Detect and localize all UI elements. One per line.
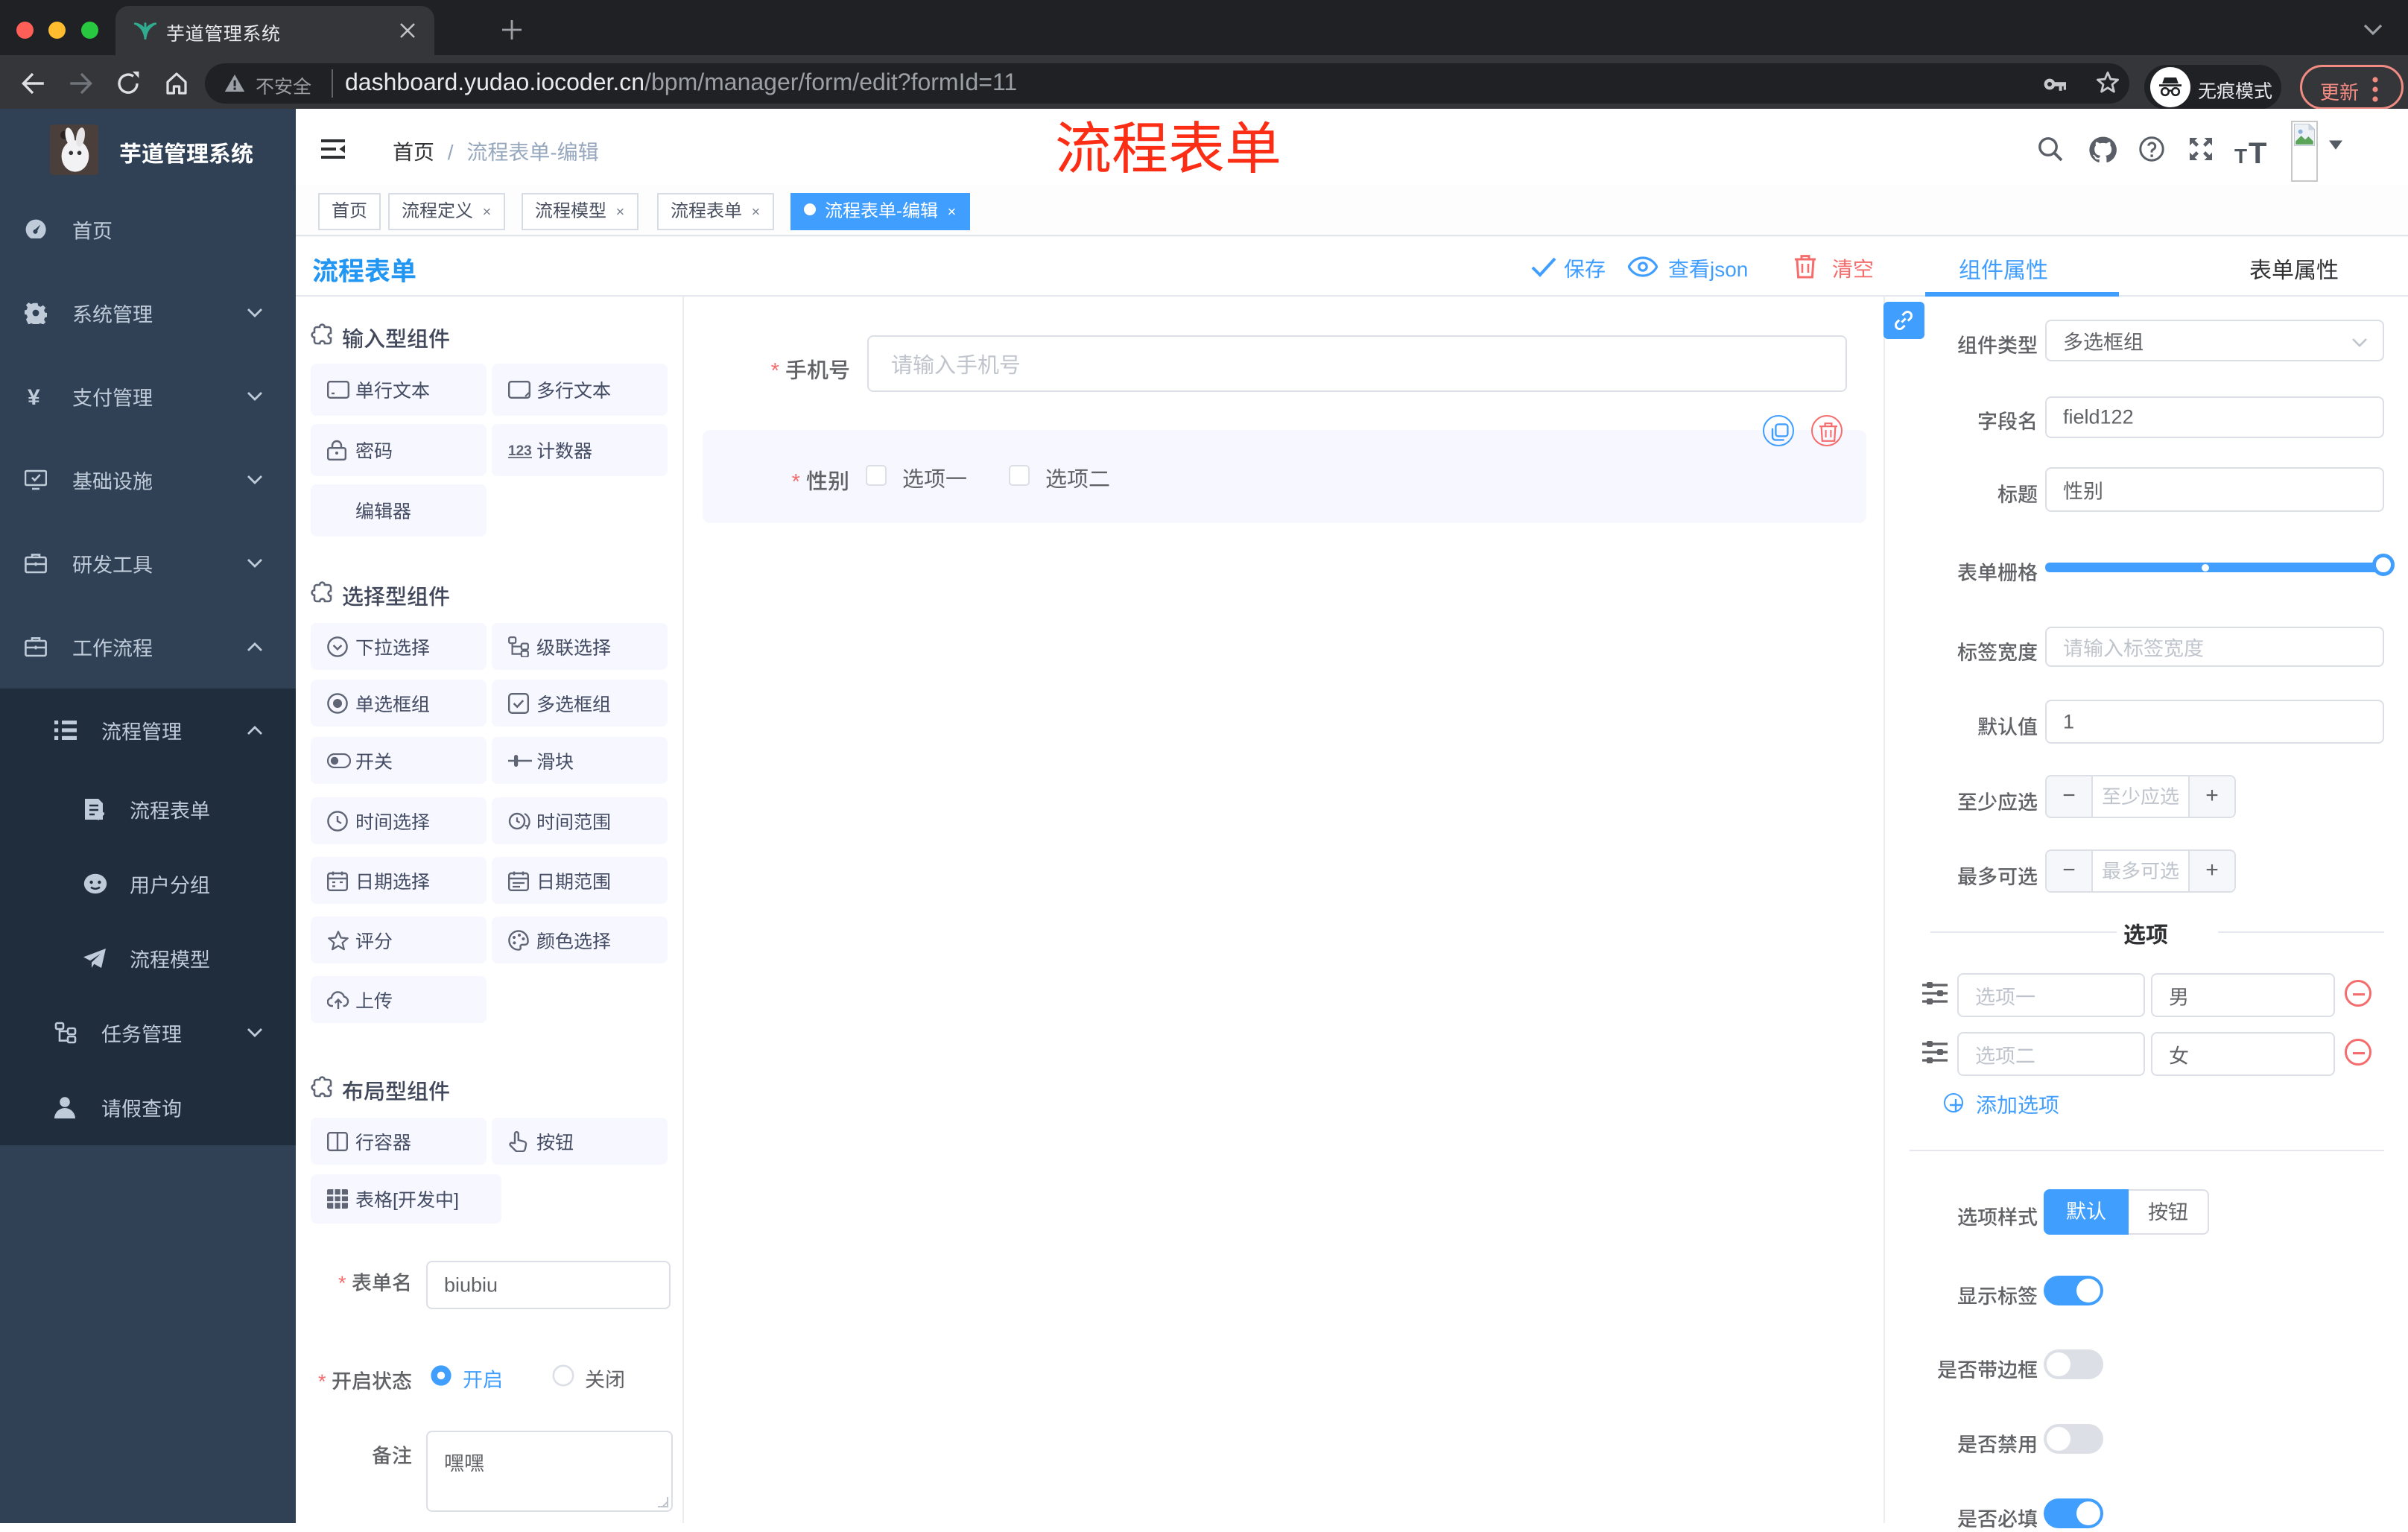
svg-text:T: T	[2234, 145, 2247, 165]
svg-text:123: 123	[508, 443, 532, 458]
svg-text:T: T	[2249, 137, 2266, 165]
svg-text:¥: ¥	[28, 385, 40, 408]
